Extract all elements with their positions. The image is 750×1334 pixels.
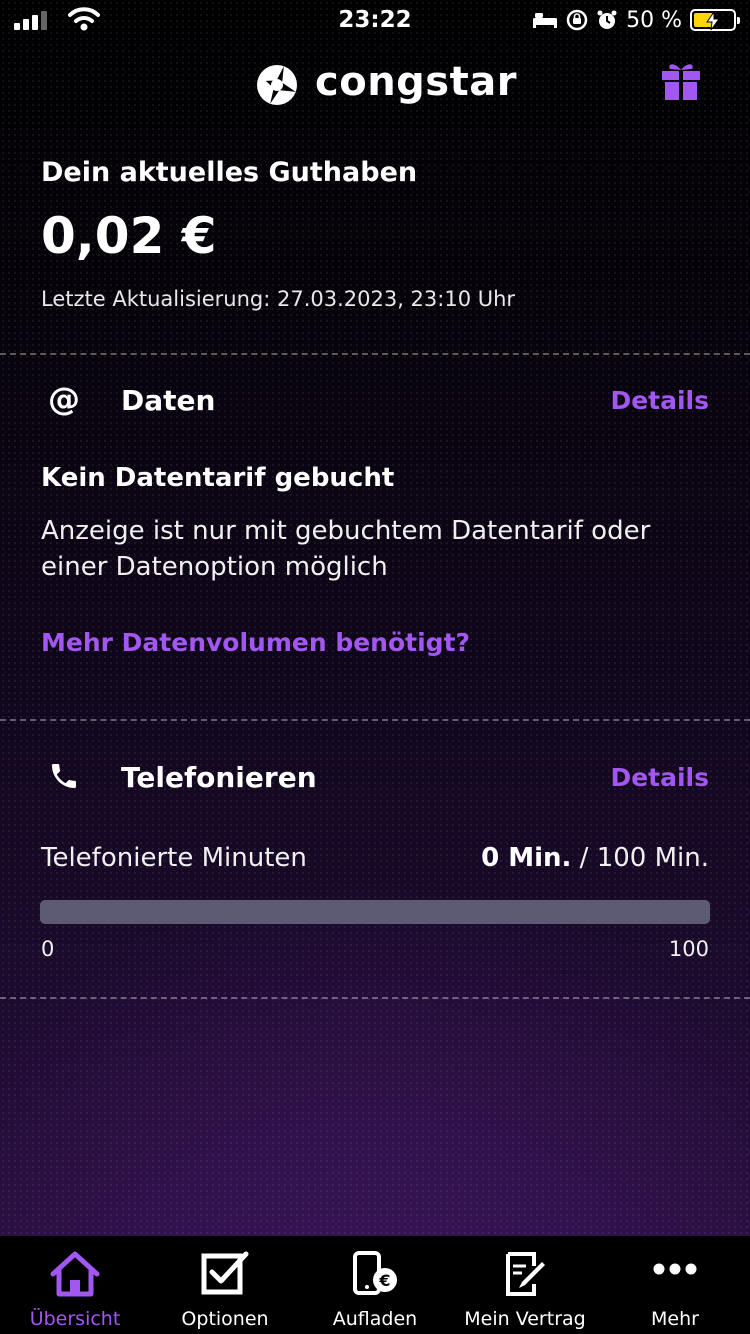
balance-title: Dein aktuelles Guthaben [41,157,418,188]
progress-scale-min: 0 [41,937,55,961]
phone-details-link[interactable]: Details [610,763,709,792]
rotation-lock-icon [566,9,588,31]
minutes-value: 0 Min. / 100 Min. [481,843,709,873]
tab-more[interactable]: Mehr [600,1236,750,1334]
phone-icon [52,764,76,788]
tab-label: Mehr [651,1308,699,1330]
divider [0,719,750,721]
tab-options[interactable]: Optionen [150,1236,300,1334]
data-details-link[interactable]: Details [610,386,709,415]
status-bar: 23:22 50 % [0,0,750,40]
minutes-label: Telefonierte Minuten [41,843,307,873]
divider [0,997,750,999]
svg-text:€: € [378,1271,390,1290]
tab-label: Mein Vertrag [464,1308,586,1330]
at-icon: @ [48,380,80,418]
balance-updated: Letzte Aktualisierung: 27.03.2023, 23:10… [41,287,516,311]
tab-label: Übersicht [29,1308,121,1330]
progress-scale-max: 100 [668,937,709,961]
minutes-separator: / [579,843,589,873]
tab-bar: Übersicht Optionen € Aufladen Mein Vertr… [0,1236,750,1334]
tab-top-up[interactable]: € Aufladen [300,1236,450,1334]
app-header: congstar [0,55,750,115]
contract-edit-icon [506,1252,545,1296]
status-right: 50 % [532,5,740,35]
tab-my-contract[interactable]: Mein Vertrag [450,1236,600,1334]
gift-icon[interactable] [660,59,702,101]
tab-overview[interactable]: Übersicht [0,1236,150,1334]
no-data-plan-description: Anzeige ist nur mit gebuchtem Datentarif… [41,516,651,582]
balance-amount: 0,02 € [41,207,217,265]
minutes-progress-bar [40,900,710,924]
phone-euro-icon: € [353,1251,397,1295]
no-data-plan-title: Kein Datentarif gebucht [41,463,395,493]
phone-section-title: Telefonieren [121,761,317,794]
home-icon [50,1251,100,1297]
tab-label: Aufladen [332,1308,418,1330]
battery-charging-icon [690,9,740,31]
data-section-title: Daten [121,384,216,417]
more-dots-icon [653,1263,697,1275]
minutes-total: 100 Min. [596,843,709,873]
congstar-logo-icon [257,65,297,105]
alarm-icon [597,10,617,29]
logo-text: congstar [315,59,517,105]
more-data-link[interactable]: Mehr Datenvolumen benötigt? [41,628,470,657]
tab-label: Optionen [181,1308,269,1330]
sleep-icon [533,13,558,28]
divider [0,353,750,355]
minutes-used: 0 Min. [481,843,572,873]
congstar-logo: congstar [255,59,517,107]
checkbox-icon [201,1251,249,1295]
battery-percent: 50 % [626,7,682,33]
